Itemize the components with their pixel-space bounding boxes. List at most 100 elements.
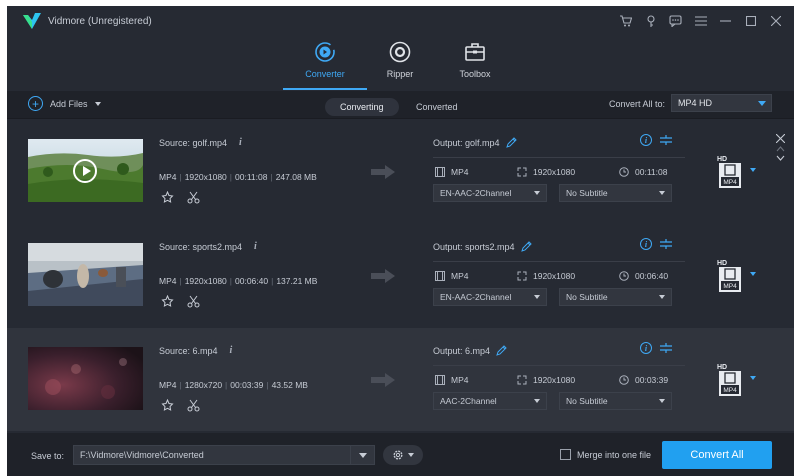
divider	[433, 261, 685, 262]
move-up-icon[interactable]	[776, 146, 785, 152]
edit-tools	[161, 295, 200, 308]
settings-sliders-icon[interactable]	[660, 238, 672, 250]
audio-track-select[interactable]: AAC-2Channel	[433, 392, 547, 410]
format-badge: MP4	[723, 179, 737, 186]
source-name: Source: golf.mp4 i	[159, 137, 242, 148]
output-format: MP4	[435, 271, 468, 281]
output-label: Output: golf.mp4	[433, 137, 500, 148]
play-icon[interactable]	[73, 159, 97, 183]
chevron-down-icon	[750, 376, 756, 380]
thumbnail-image	[28, 347, 143, 410]
move-down-icon[interactable]	[776, 155, 785, 161]
tab-ripper[interactable]: Ripper	[365, 36, 435, 91]
settings-sliders-icon[interactable]	[660, 342, 672, 354]
vidmore-logo-icon	[23, 13, 41, 29]
remove-icon[interactable]	[776, 134, 785, 143]
output-duration: 00:11:08	[619, 167, 667, 177]
enhance-icon[interactable]	[161, 191, 174, 204]
settings-sliders-icon[interactable]	[660, 134, 672, 146]
source-format: MP4	[159, 172, 177, 182]
convert-all-format-select[interactable]: MP4 HD	[671, 94, 772, 112]
audio-track-select[interactable]: EN-AAC-2Channel	[433, 184, 547, 202]
close-icon[interactable]	[763, 6, 788, 36]
merge-checkbox[interactable]: Merge into one file	[560, 449, 651, 460]
output-format: MP4	[435, 375, 468, 385]
chevron-down-icon	[750, 168, 756, 172]
scissors-icon[interactable]	[187, 399, 200, 412]
source-duration: 00:11:08	[235, 172, 268, 182]
info-circle-icon[interactable]: i	[640, 342, 652, 354]
add-files-label: Add Files	[50, 98, 88, 109]
source-name: Source: 6.mp4 i	[159, 345, 232, 356]
output-format-button[interactable]: HD MP4	[716, 257, 756, 295]
merge-label: Merge into one file	[577, 449, 652, 460]
tab-converter[interactable]: Converter	[283, 36, 367, 91]
enhance-icon[interactable]	[161, 295, 174, 308]
tab-label: Toolbox	[459, 69, 491, 79]
video-thumbnail[interactable]	[28, 243, 143, 306]
feedback-icon[interactable]	[663, 6, 688, 36]
cart-icon[interactable]	[613, 6, 638, 36]
thumbnail-image	[28, 243, 143, 306]
info-icon[interactable]: i	[254, 241, 257, 252]
output-name: Output: 6.mp4	[433, 345, 507, 356]
tab-converting[interactable]: Converting	[325, 98, 399, 116]
convert-all-button[interactable]: Convert All	[662, 441, 772, 469]
audio-track-select[interactable]: EN-AAC-2Channel	[433, 288, 547, 306]
output-name: Output: sports2.mp4	[433, 241, 532, 252]
converter-icon	[314, 40, 336, 64]
source-resolution: 1920x1080	[184, 276, 227, 286]
tab-label: Ripper	[386, 69, 414, 79]
output-format-button[interactable]: HD MP4	[716, 361, 756, 399]
edit-pencil-icon[interactable]	[520, 241, 532, 252]
subtitle-select[interactable]: No Subtitle	[559, 184, 672, 202]
plus-icon: +	[28, 96, 43, 111]
arrow-right-icon	[371, 269, 395, 283]
add-files-button[interactable]: + Add Files	[28, 96, 101, 111]
source-duration: 00:06:40	[235, 276, 269, 286]
output-icons: i	[640, 342, 672, 354]
main-tabs: Converter Ripper Toolbox	[7, 36, 794, 91]
video-thumbnail[interactable]	[28, 347, 143, 410]
tab-label: Converter	[305, 69, 345, 79]
edit-tools	[161, 399, 200, 412]
gear-icon	[393, 450, 403, 460]
path-dropdown-button[interactable]	[350, 446, 374, 464]
menu-icon[interactable]	[688, 6, 713, 36]
source-format: MP4	[159, 276, 177, 286]
output-resolution: 1920x1080	[517, 375, 575, 385]
info-icon[interactable]: i	[230, 345, 233, 356]
minimize-icon[interactable]	[713, 6, 738, 36]
source-meta: MP4 | 1920x1080 | 00:06:40 | 137.21 MB	[159, 276, 318, 286]
settings-button[interactable]	[383, 445, 423, 465]
resize-icon	[517, 167, 527, 177]
tab-converted[interactable]: Converted	[401, 98, 473, 116]
disc-icon	[389, 40, 411, 64]
info-circle-icon[interactable]: i	[640, 238, 652, 250]
subtitle-select[interactable]: No Subtitle	[559, 288, 672, 306]
scissors-icon[interactable]	[187, 295, 200, 308]
format-value: MP4 HD	[678, 98, 713, 108]
maximize-icon[interactable]	[738, 6, 763, 36]
subtitle-select[interactable]: No Subtitle	[559, 392, 672, 410]
format-badge: MP4	[723, 283, 737, 290]
video-thumbnail[interactable]	[28, 139, 143, 202]
source-name: Source: sports2.mp4 i	[159, 241, 257, 252]
row-controls	[776, 134, 785, 161]
source-meta: MP4 | 1280x720 | 00:03:39 | 43.52 MB	[159, 380, 308, 390]
info-icon[interactable]: i	[239, 137, 242, 148]
info-circle-icon[interactable]: i	[640, 134, 652, 146]
title-controls	[613, 6, 788, 36]
tab-toolbox[interactable]: Toolbox	[440, 36, 510, 91]
edit-pencil-icon[interactable]	[505, 137, 517, 148]
edit-pencil-icon[interactable]	[496, 345, 507, 356]
scissors-icon[interactable]	[187, 191, 200, 204]
app-title: Vidmore (Unregistered)	[48, 15, 152, 27]
checkbox[interactable]	[560, 449, 571, 460]
source-size: 137.21 MB	[276, 276, 318, 286]
enhance-icon[interactable]	[161, 399, 174, 412]
key-icon[interactable]	[638, 6, 663, 36]
hd-badge: HD	[717, 156, 727, 163]
output-format-button[interactable]: HD MP4	[716, 153, 756, 191]
save-path-select[interactable]: F:\Vidmore\Vidmore\Converted	[73, 445, 375, 465]
